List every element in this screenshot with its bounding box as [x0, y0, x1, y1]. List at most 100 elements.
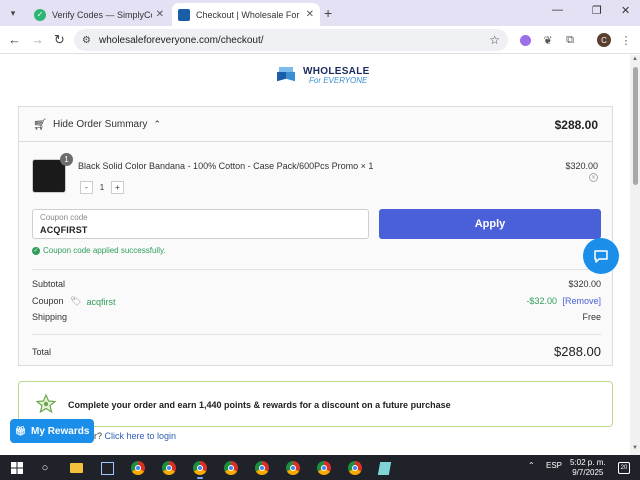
product-name-text: Black Solid Color Bandana - 100% Cotton … — [78, 161, 359, 171]
chrome-icon[interactable] — [315, 459, 333, 477]
tab-search-icon[interactable]: ▾ — [6, 6, 20, 20]
tab-title: Checkout | Wholesale For Everyone — [196, 9, 302, 20]
rewards-banner-message: Complete your order and earn 1,440 point… — [68, 400, 451, 410]
quantity-badge: 1 — [60, 153, 73, 166]
shipping-row: Shipping Free — [32, 312, 601, 322]
app-icon[interactable] — [98, 459, 116, 477]
coupon-success-message: ✓ Coupon code applied successfully. — [32, 246, 166, 255]
hide-order-summary-toggle[interactable]: 🛒︎ Hide Order Summary ⌃ — [33, 118, 161, 131]
remove-item-icon[interactable]: ✕ — [589, 173, 598, 182]
check-circle-icon: ✓ — [32, 246, 40, 255]
product-price: $320.00 — [565, 161, 598, 171]
chevron-up-icon: ⌃ — [153, 119, 161, 129]
order-summary-header[interactable]: 🛒︎ Hide Order Summary ⌃ $288.00 — [19, 107, 612, 142]
clock-date: 9/7/2025 — [572, 468, 604, 477]
taskbar-clock[interactable]: 5:02 p. m. 9/7/2025 — [570, 458, 606, 478]
coupon-code-input[interactable]: Coupon code ACQFIRST — [32, 209, 369, 239]
chrome-icon[interactable] — [129, 459, 147, 477]
browser-menu-icon[interactable]: ⋮ — [619, 33, 633, 47]
chrome-icon[interactable] — [191, 459, 209, 479]
back-arrow-icon[interactable]: ← — [8, 32, 21, 47]
chat-button[interactable] — [583, 238, 619, 274]
tag-icon: 🏷︎ — [70, 296, 82, 306]
toggle-label: Hide Order Summary — [52, 119, 148, 130]
site-logo[interactable]: WHOLESALE For EVERYONE — [275, 67, 370, 85]
forward-arrow-icon[interactable]: → — [31, 32, 44, 47]
coupon-code-label: Coupon code — [40, 213, 88, 222]
product-qty-suffix: × 1 — [360, 161, 374, 171]
close-tab-icon[interactable]: ✕ — [156, 9, 164, 20]
increase-quantity-button[interactable]: + — [111, 181, 124, 194]
shipping-label: Shipping — [32, 312, 68, 322]
close-window-button[interactable]: ✕ — [621, 4, 630, 17]
gift-icon: 🎁︎ — [14, 425, 27, 436]
profile-avatar[interactable]: C — [597, 33, 611, 47]
extensions-puzzle-icon[interactable]: ⧉ — [563, 33, 577, 47]
login-prompt-prefix: r? — [94, 431, 103, 441]
restore-button[interactable]: ❐ — [592, 4, 602, 17]
windows-taskbar: ○ ⌃ ESP 5:02 p. m. 9/7/2025 20 — [0, 455, 640, 480]
new-tab-button[interactable]: + — [324, 5, 332, 21]
wholesale-favicon-icon — [178, 8, 190, 21]
remove-coupon-link[interactable]: [Remove] — [562, 296, 601, 306]
tab-title: Verify Codes — SimplyCodes — [52, 9, 152, 20]
total-row: Total $288.00 — [32, 344, 601, 359]
order-summary: 🛒︎ Hide Order Summary ⌃ $288.00 1 Black … — [18, 106, 613, 366]
extension-leaf-icon[interactable]: ❦ — [541, 33, 555, 47]
close-tab-icon[interactable]: ✕ — [306, 9, 314, 20]
total-label: Total — [32, 347, 52, 357]
coupon-row-right: -$32.00 [Remove] — [526, 296, 601, 306]
notepad-icon[interactable] — [375, 459, 393, 477]
tray-chevron-up-icon[interactable]: ⌃ — [528, 461, 535, 470]
chrome-icon[interactable] — [284, 459, 302, 477]
search-icon[interactable]: ○ — [36, 459, 54, 477]
product-image — [32, 159, 66, 193]
chrome-icon[interactable] — [222, 459, 240, 477]
reload-icon[interactable]: ↻ — [54, 32, 65, 48]
minimize-button[interactable]: — — [552, 4, 563, 16]
rewards-banner: Complete your order and earn 1,440 point… — [18, 381, 613, 427]
my-rewards-button[interactable]: 🎁︎ My Rewards — [10, 419, 94, 443]
page-scrollbar[interactable]: ▲ ▼ — [630, 55, 640, 455]
scroll-up-arrow-icon[interactable]: ▲ — [632, 56, 638, 62]
address-bar-url[interactable]: wholesaleforeveryone.com/checkout/ — [99, 35, 489, 46]
header-total: $288.00 — [554, 118, 598, 132]
coupon-row-label: Coupon — [32, 296, 64, 306]
page-viewport: WHOLESALE For EVERYONE 🛒︎ Hide Order Sum… — [0, 55, 630, 455]
shipping-value: Free — [582, 312, 601, 322]
subtotal-row: Subtotal $320.00 — [32, 279, 601, 289]
apply-coupon-button[interactable]: Apply — [379, 209, 601, 239]
quantity-stepper: - 1 + — [80, 181, 124, 194]
notification-badge[interactable]: 20 — [618, 462, 630, 474]
total-value: $288.00 — [554, 344, 601, 359]
file-explorer-icon[interactable] — [67, 459, 85, 477]
scrollbar-thumb[interactable] — [633, 67, 638, 185]
language-indicator[interactable]: ESP — [546, 461, 562, 470]
site-info-icon[interactable]: ⚙ — [82, 35, 91, 46]
scroll-down-arrow-icon[interactable]: ▼ — [632, 445, 638, 451]
decrease-quantity-button[interactable]: - — [80, 181, 93, 194]
tab-checkout[interactable]: Checkout | Wholesale For Everyone ✕ — [172, 3, 320, 26]
bookmark-star-icon[interactable]: ☆ — [489, 33, 500, 47]
login-link[interactable]: Click here to login — [105, 431, 177, 441]
browser-toolbar: ← → ↻ ⚙ wholesaleforeveryone.com/checkou… — [0, 26, 640, 54]
product-name: Black Solid Color Bandana - 100% Cotton … — [78, 161, 373, 171]
browser-tab-bar: ▾ ✓ Verify Codes — SimplyCodes ✕ Checkou… — [0, 0, 640, 26]
coupon-discount-value: -$32.00 — [526, 296, 557, 306]
chrome-icon[interactable] — [253, 459, 271, 477]
divider — [32, 334, 601, 335]
coupon-row: Coupon 🏷︎ acqfirst -$32.00 [Remove] — [32, 296, 601, 307]
tab-verify-codes[interactable]: ✓ Verify Codes — SimplyCodes ✕ — [28, 3, 170, 26]
chrome-icon[interactable] — [160, 459, 178, 477]
subtotal-label: Subtotal — [32, 279, 66, 289]
simplycodes-favicon-icon: ✓ — [34, 8, 46, 21]
divider — [32, 269, 601, 270]
coupon-code-value[interactable]: ACQFIRST — [40, 225, 88, 235]
my-rewards-label: My Rewards — [31, 425, 90, 437]
windows-start-icon[interactable] — [8, 459, 26, 477]
address-bar[interactable]: ⚙ wholesaleforeveryone.com/checkout/ ☆ — [74, 29, 508, 51]
clock-time: 5:02 p. m. — [570, 458, 606, 467]
extension-simplycodes-icon[interactable] — [518, 33, 532, 47]
quantity-value[interactable]: 1 — [93, 183, 111, 192]
chrome-icon[interactable] — [346, 459, 364, 477]
